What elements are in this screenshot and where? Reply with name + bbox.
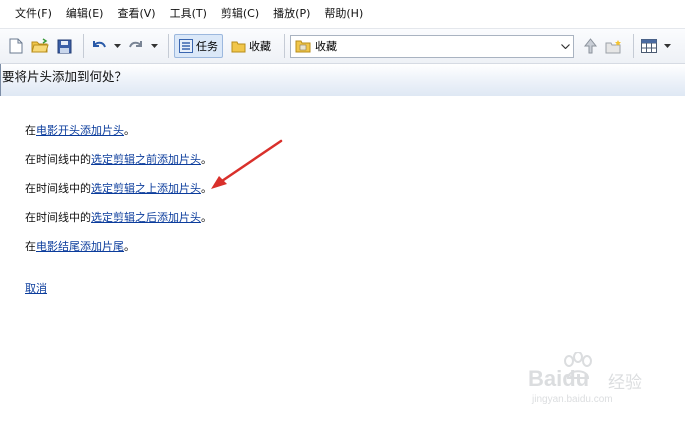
chevron-down-icon xyxy=(664,44,671,48)
chevron-down-icon xyxy=(151,44,158,48)
menu-clip[interactable]: 剪辑(C) xyxy=(214,3,266,25)
toolbar-separator xyxy=(168,34,169,58)
combo-dropdown-arrow[interactable] xyxy=(557,36,573,57)
tasks-list-icon xyxy=(179,39,193,53)
option-prefix: 在时间线中的 xyxy=(25,153,91,166)
menu-bar: 文件(F) 编辑(E) 查看(V) 工具(T) 剪辑(C) 播放(P) 帮助(H… xyxy=(0,0,685,28)
option-prefix: 在 xyxy=(25,124,36,137)
menu-file[interactable]: 文件(F) xyxy=(8,3,59,25)
option-prefix: 在时间线中的 xyxy=(25,211,91,224)
redo-dropdown[interactable] xyxy=(150,35,159,57)
new-document-icon xyxy=(9,38,23,54)
toolbar-separator xyxy=(284,34,285,58)
collections-folder-icon xyxy=(231,41,246,52)
menu-view[interactable]: 查看(V) xyxy=(110,3,162,25)
views-button[interactable] xyxy=(639,35,659,57)
collections-label: 收藏 xyxy=(249,40,271,53)
option-suffix: 。 xyxy=(124,124,135,137)
option-movie-end: 在电影结尾添加片尾。 xyxy=(25,238,135,254)
menu-tools[interactable]: 工具(T) xyxy=(163,3,214,25)
task-pane-header: 要将片头添加到何处？ xyxy=(0,64,685,96)
option-cancel: 取消 xyxy=(25,280,47,296)
toolbar-separator xyxy=(83,34,84,58)
chevron-down-icon xyxy=(114,44,121,48)
watermark-url: jingyan.baidu.com xyxy=(532,394,613,405)
add-title-before-clip-link[interactable]: 选定剪辑之前添加片头 xyxy=(91,153,201,166)
redo-icon xyxy=(129,41,142,48)
new-folder-icon xyxy=(605,39,621,53)
task-pane-title: 要将片头添加到何处？ xyxy=(2,69,128,84)
cancel-link[interactable]: 取消 xyxy=(25,282,47,295)
undo-dropdown[interactable] xyxy=(113,35,122,57)
menu-edit[interactable]: 编辑(E) xyxy=(59,3,111,25)
up-level-icon xyxy=(583,38,598,54)
add-title-at-start-link[interactable]: 电影开头添加片头 xyxy=(36,124,124,137)
add-credits-at-end-link[interactable]: 电影结尾添加片尾 xyxy=(36,240,124,253)
collections-combo-value: 收藏 xyxy=(315,40,337,53)
undo-button[interactable] xyxy=(89,35,109,57)
new-collection-button[interactable] xyxy=(604,35,624,57)
collection-folder-icon xyxy=(295,40,311,53)
option-movie-start: 在电影开头添加片头。 xyxy=(25,122,135,138)
open-folder-icon xyxy=(31,38,49,53)
menu-help[interactable]: 帮助(H) xyxy=(317,3,370,25)
up-one-level-button[interactable] xyxy=(580,35,600,57)
option-after-clip: 在时间线中的选定剪辑之后添加片头。 xyxy=(25,209,212,225)
annotation-arrow xyxy=(211,139,283,189)
menu-play[interactable]: 播放(P) xyxy=(266,3,317,25)
option-suffix: 。 xyxy=(201,211,212,224)
watermark: Baidu 经验 jingyan.baidu.com xyxy=(528,352,658,412)
toolbar: 任务 收藏 收藏 xyxy=(0,28,685,64)
redo-button[interactable] xyxy=(126,35,146,57)
option-prefix: 在时间线中的 xyxy=(25,182,91,195)
toolbar-separator xyxy=(633,34,634,58)
save-disk-icon xyxy=(57,39,71,53)
undo-icon xyxy=(93,41,106,48)
views-dropdown[interactable] xyxy=(663,35,672,57)
collections-button[interactable]: 收藏 xyxy=(227,34,275,58)
new-project-button[interactable] xyxy=(6,35,26,57)
save-button[interactable] xyxy=(54,35,74,57)
chevron-down-icon xyxy=(560,43,570,49)
option-prefix: 在 xyxy=(25,240,36,253)
open-project-button[interactable] xyxy=(30,35,50,57)
option-on-clip: 在时间线中的选定剪辑之上添加片头。 xyxy=(25,180,212,196)
watermark-brand: Baidu xyxy=(528,366,590,391)
collections-combo[interactable]: 收藏 xyxy=(290,34,574,58)
option-before-clip: 在时间线中的选定剪辑之前添加片头。 xyxy=(25,151,212,167)
tasks-label: 任务 xyxy=(196,40,218,53)
option-suffix: 。 xyxy=(124,240,135,253)
tasks-button[interactable]: 任务 xyxy=(174,34,223,58)
add-title-after-clip-link[interactable]: 选定剪辑之后添加片头 xyxy=(91,211,201,224)
view-grid-icon xyxy=(641,39,657,53)
watermark-cn: 经验 xyxy=(608,373,642,392)
add-title-on-clip-link[interactable]: 选定剪辑之上添加片头 xyxy=(91,182,201,195)
